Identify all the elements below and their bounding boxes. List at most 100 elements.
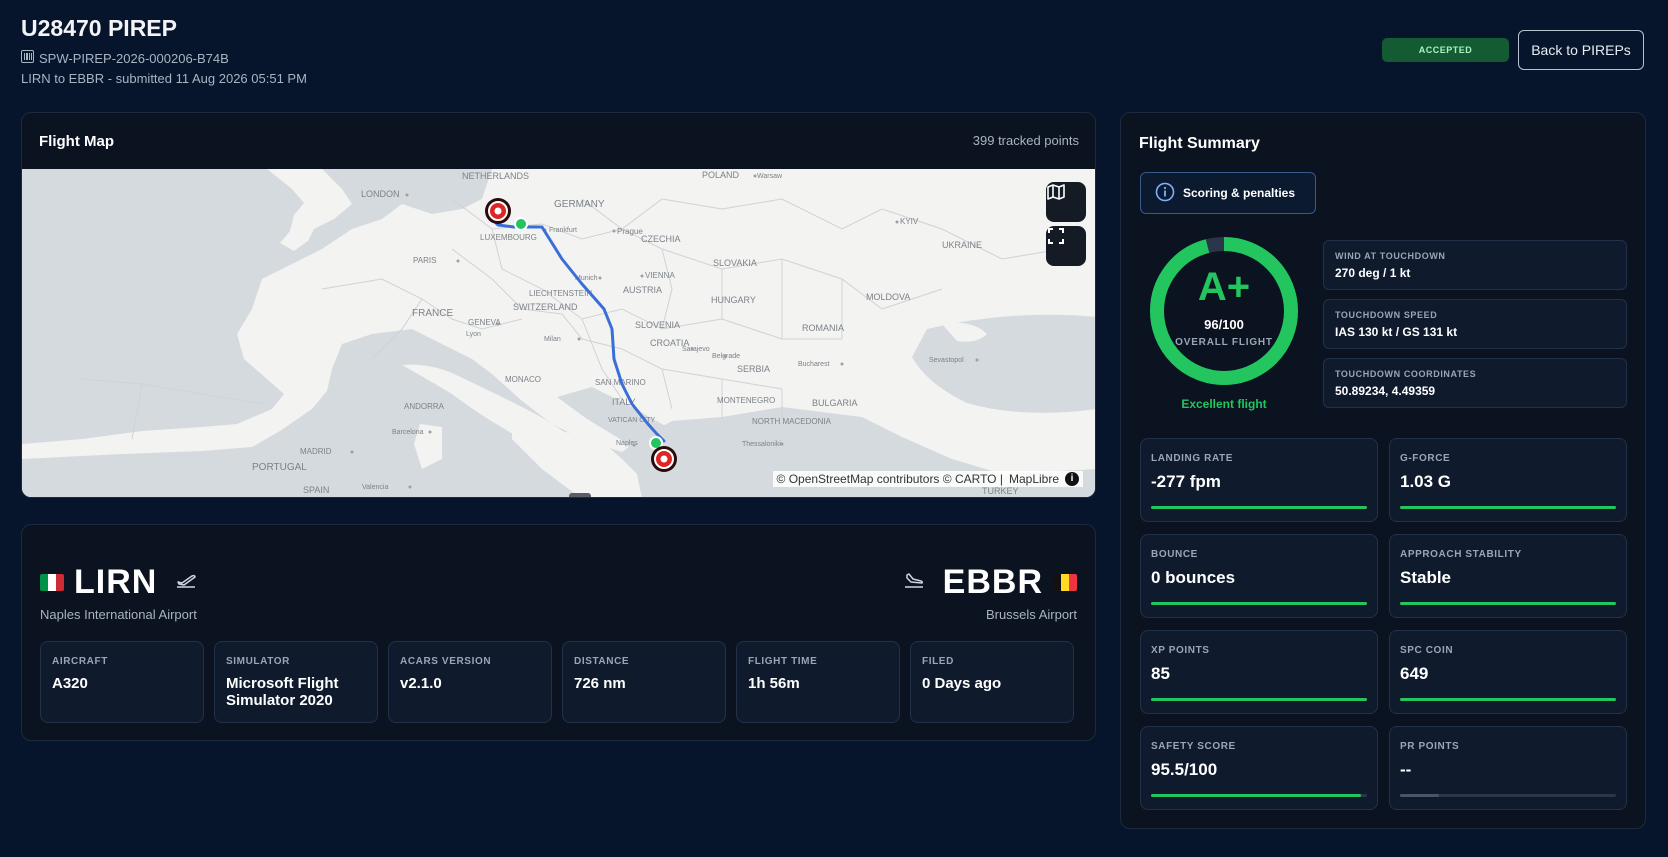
map-label: MONACO	[505, 375, 541, 384]
metric-bar	[1151, 698, 1367, 701]
map-label: POLAND	[702, 170, 740, 180]
metric-pr-points: PR POINTS --	[1389, 726, 1627, 810]
map-label: TURKEY	[982, 486, 1019, 496]
flag-stripe	[48, 574, 56, 591]
map-label: MOLDOVA	[866, 292, 910, 302]
wind-at-touchdown: WIND AT TOUCHDOWN 270 deg / 1 kt	[1323, 240, 1627, 290]
metric-value: 95.5/100	[1151, 760, 1218, 779]
metric-bar-fill	[1400, 602, 1616, 605]
metric-value: --	[1400, 760, 1412, 779]
barcode-icon	[21, 50, 34, 66]
mini-value: IAS 130 kt / GS 131 kt	[1335, 325, 1458, 339]
metric-value: 1.03 G	[1400, 472, 1452, 491]
metric-label: PR POINTS	[1400, 741, 1460, 752]
map-label: Warsaw	[757, 173, 783, 180]
fullscreen-button[interactable]	[1046, 226, 1086, 266]
map-label: Sarajevo	[682, 346, 710, 353]
map-label: ANDORRA	[404, 402, 445, 411]
metric-bar	[1151, 506, 1367, 509]
metric-bar	[1400, 698, 1616, 701]
stat-value: A320	[52, 675, 88, 692]
map-label: LIECHTENSTEIN	[529, 289, 592, 298]
origin-code: LIRN	[74, 563, 158, 601]
metric-label: LANDING RATE	[1151, 453, 1234, 464]
route-panel: LIRN Naples International Airport EBBR B…	[21, 524, 1096, 741]
landing-icon	[903, 571, 925, 594]
stat-value: 726 nm	[574, 675, 626, 692]
map-label: MADRID	[300, 447, 332, 456]
stat-label: FILED	[922, 656, 954, 667]
destination-flag-icon	[1053, 574, 1077, 591]
flight-stats: AIRCRAFT A320 SIMULATOR Microsoft Flight…	[40, 641, 1074, 723]
map-label: SWITZERLAND	[513, 302, 578, 312]
map-resize-handle[interactable]	[569, 493, 591, 497]
stat-value: v2.1.0	[400, 675, 442, 692]
destination-code: EBBR	[942, 563, 1043, 601]
map-label: SLOVENIA	[635, 320, 680, 330]
metric-bar-fill	[1400, 794, 1439, 797]
flag-stripe	[40, 574, 48, 591]
back-to-pireps-button[interactable]: Back to PIREPs	[1518, 30, 1644, 70]
map-label: ROMANIA	[802, 323, 844, 333]
takeoff-icon	[175, 571, 197, 594]
info-icon[interactable]: i	[1065, 472, 1079, 486]
stat-label: ACARS VERSION	[400, 656, 492, 667]
attribution-text: © OpenStreetMap contributors © CARTO |	[776, 472, 1003, 486]
status-badge: ACCEPTED	[1382, 38, 1509, 62]
scoring-penalties-label: Scoring & penalties	[1183, 186, 1296, 200]
maplibre-link[interactable]: MapLibre	[1009, 472, 1059, 486]
metric-label: G-FORCE	[1400, 453, 1451, 464]
route-subtitle: LIRN to EBBR - submitted 11 Aug 2026 05:…	[21, 71, 307, 86]
score-ring	[1150, 237, 1298, 385]
metric-bar-fill	[1151, 602, 1367, 605]
metric-bar	[1151, 794, 1367, 797]
flag-stripe	[1069, 574, 1077, 591]
stat-label: FLIGHT TIME	[748, 656, 818, 667]
map-label: Bucharest	[798, 361, 830, 368]
map-label: FRANCE	[412, 308, 453, 319]
map-label: NETHERLANDS	[462, 171, 529, 181]
pirep-reference-text: SPW-PIREP-2026-000206-B74B	[39, 50, 229, 66]
stat-label: DISTANCE	[574, 656, 630, 667]
metric-bar	[1151, 602, 1367, 605]
score-value: 96/100	[1204, 317, 1244, 332]
touchdown-coordinates: TOUCHDOWN COORDINATES 50.89234, 4.49359	[1323, 358, 1627, 408]
tracked-points-count: 399 tracked points	[972, 133, 1079, 148]
scoring-penalties-button[interactable]: Scoring & penalties	[1140, 172, 1316, 214]
map-label: GERMANY	[554, 199, 605, 210]
destination-marker-icon[interactable]	[485, 198, 511, 224]
metric-bar	[1400, 794, 1616, 797]
stat-label: AIRCRAFT	[52, 656, 108, 667]
metric-label: XP POINTS	[1151, 645, 1210, 656]
map-label: Valencia	[362, 484, 388, 491]
map-label: PORTUGAL	[252, 462, 307, 473]
origin-marker-icon[interactable]	[651, 446, 677, 472]
flight-map-panel: Flight Map 399 tracked points NETHERLAND…	[21, 112, 1096, 498]
map-label: MONTENEGRO	[717, 396, 775, 405]
destination-name: Brussels Airport	[985, 607, 1077, 622]
metric-approach-stability: APPROACH STABILITY Stable	[1389, 534, 1627, 618]
map-label: SPAIN	[303, 485, 329, 495]
map-label: NORTH MACEDONIA	[752, 417, 832, 426]
stat-label: SIMULATOR	[226, 656, 290, 667]
metric-bar-fill	[1400, 506, 1616, 509]
metric-bar	[1400, 506, 1616, 509]
touchdown-speed: TOUCHDOWN SPEED IAS 130 kt / GS 131 kt	[1323, 299, 1627, 349]
mini-label: TOUCHDOWN SPEED	[1335, 310, 1438, 320]
metric-value: -277 fpm	[1151, 472, 1221, 491]
info-circle-icon	[1155, 182, 1175, 205]
metric-bar-fill	[1400, 698, 1616, 701]
map-label: GENEVA	[468, 318, 501, 327]
mini-label: TOUCHDOWN COORDINATES	[1335, 369, 1477, 379]
map-label: Thessaloniki	[742, 441, 781, 448]
map-label: Lyon	[466, 331, 481, 338]
track-point-marker[interactable]	[514, 217, 528, 231]
map-canvas: NETHERLANDS POLAND Warsaw LONDON GERMANY…	[22, 169, 1095, 497]
flight-map[interactable]: NETHERLANDS POLAND Warsaw LONDON GERMANY…	[22, 169, 1095, 497]
metric-bar-fill	[1151, 794, 1361, 797]
metric-bar-fill	[1151, 698, 1367, 701]
map-style-button[interactable]	[1046, 182, 1086, 222]
map-label: LONDON	[361, 189, 400, 199]
origin-airport: LIRN	[40, 563, 197, 602]
map-label: UKRAINE	[942, 240, 982, 250]
